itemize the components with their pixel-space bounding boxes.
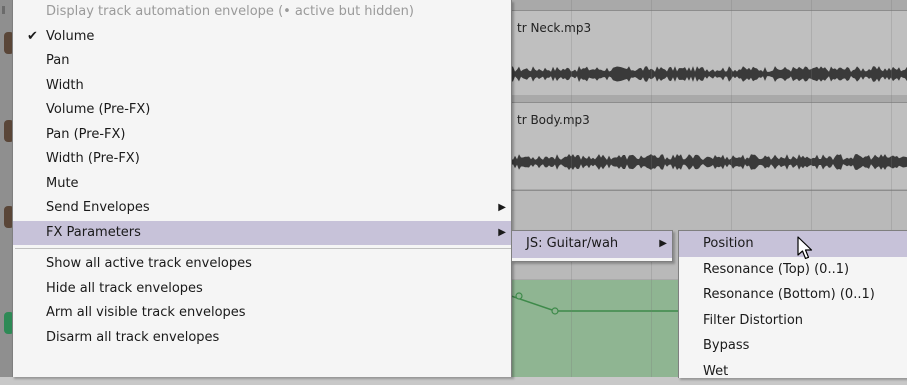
menu-item-pan[interactable]: Pan (13, 49, 511, 74)
envelope-point[interactable] (515, 292, 523, 300)
menu-item-label: Pan (46, 53, 70, 68)
menu-item-param-position[interactable]: Position (679, 231, 907, 257)
menu-item-disarm-all[interactable]: Disarm all track envelopes (13, 326, 511, 351)
menu-item-arm-all[interactable]: Arm all visible track envelopes (13, 301, 511, 326)
menu-item-label: Hide all track envelopes (46, 280, 203, 296)
grid-line (651, 0, 652, 377)
menu-item-label: Width (Pre-FX) (46, 151, 140, 166)
fx-parameter-submenu: Position Resonance (Top) (0..1) Resonanc… (678, 230, 907, 379)
menu-item-param-resonance-top[interactable]: Resonance (Top) (0..1) (679, 257, 907, 283)
menu-item-param-resonance-bottom[interactable]: Resonance (Bottom) (0..1) (679, 282, 907, 308)
menu-item-plugin[interactable]: JS: Guitar/wah ▶ (512, 231, 672, 258)
menu-item-label: Width (46, 77, 84, 93)
menu-item-label: Resonance (Top) (0..1) (703, 261, 850, 277)
menu-header-text: Display track automation envelope (• act… (46, 4, 414, 19)
menu-item-show-all[interactable]: Show all active track envelopes (13, 252, 511, 277)
menu-item-width[interactable]: Width (13, 74, 511, 99)
menu-item-volume-pre-fx[interactable]: Volume (Pre-FX) (13, 98, 511, 123)
menu-item-label: Wet (703, 363, 729, 379)
menu-header: Display track automation envelope (• act… (13, 0, 511, 25)
menu-item-volume[interactable]: ✔ Volume (13, 25, 511, 50)
menu-item-label: Position (703, 236, 754, 251)
menu-item-mute[interactable]: Mute (13, 172, 511, 197)
menu-item-label: Arm all visible track envelopes (46, 305, 246, 320)
menu-item-label: Mute (46, 175, 79, 191)
envelope-point[interactable] (551, 307, 559, 315)
submenu-arrow-icon: ▶ (498, 202, 506, 213)
envelope-context-menu: Display track automation envelope (• act… (12, 0, 512, 377)
submenu-arrow-icon: ▶ (659, 238, 667, 249)
menu-item-label: Disarm all track envelopes (46, 329, 220, 345)
track-panel-tick (2, 6, 5, 14)
media-item-name: tr Body.mp3 (517, 113, 590, 127)
checkmark-icon: ✔ (27, 28, 38, 44)
menu-item-hide-all[interactable]: Hide all track envelopes (13, 277, 511, 302)
menu-item-label: Volume (46, 28, 95, 44)
menu-item-label: FX Parameters (46, 224, 141, 240)
menu-item-label: Filter Distortion (703, 312, 804, 328)
menu-item-width-pre-fx[interactable]: Width (Pre-FX) (13, 147, 511, 172)
menu-item-send-envelopes[interactable]: Send Envelopes ▶ (13, 196, 511, 221)
menu-item-param-wet[interactable]: Wet (679, 359, 907, 385)
menu-item-label: JS: Guitar/wah (526, 236, 619, 251)
menu-item-param-filter-distortion[interactable]: Filter Distortion (679, 308, 907, 334)
menu-item-label: Show all active track envelopes (46, 256, 252, 271)
submenu-arrow-icon: ▶ (498, 226, 506, 238)
menu-item-label: Pan (Pre-FX) (46, 126, 126, 142)
menu-item-fx-parameters[interactable]: FX Parameters ▶ (13, 220, 511, 245)
menu-item-param-bypass[interactable]: Bypass (679, 333, 907, 359)
media-item-name: tr Neck.mp3 (517, 21, 592, 35)
menu-item-label: Send Envelopes (46, 200, 150, 215)
grid-line (571, 0, 572, 377)
menu-item-label: Resonance (Bottom) (0..1) (703, 287, 875, 302)
menu-item-label: Bypass (703, 338, 750, 353)
fx-plugin-submenu: JS: Guitar/wah ▶ (511, 230, 673, 262)
menu-separator (15, 248, 511, 249)
menu-item-pan-pre-fx[interactable]: Pan (Pre-FX) (13, 123, 511, 148)
mouse-pointer-icon (797, 236, 813, 260)
menu-item-label: Volume (Pre-FX) (46, 102, 151, 117)
